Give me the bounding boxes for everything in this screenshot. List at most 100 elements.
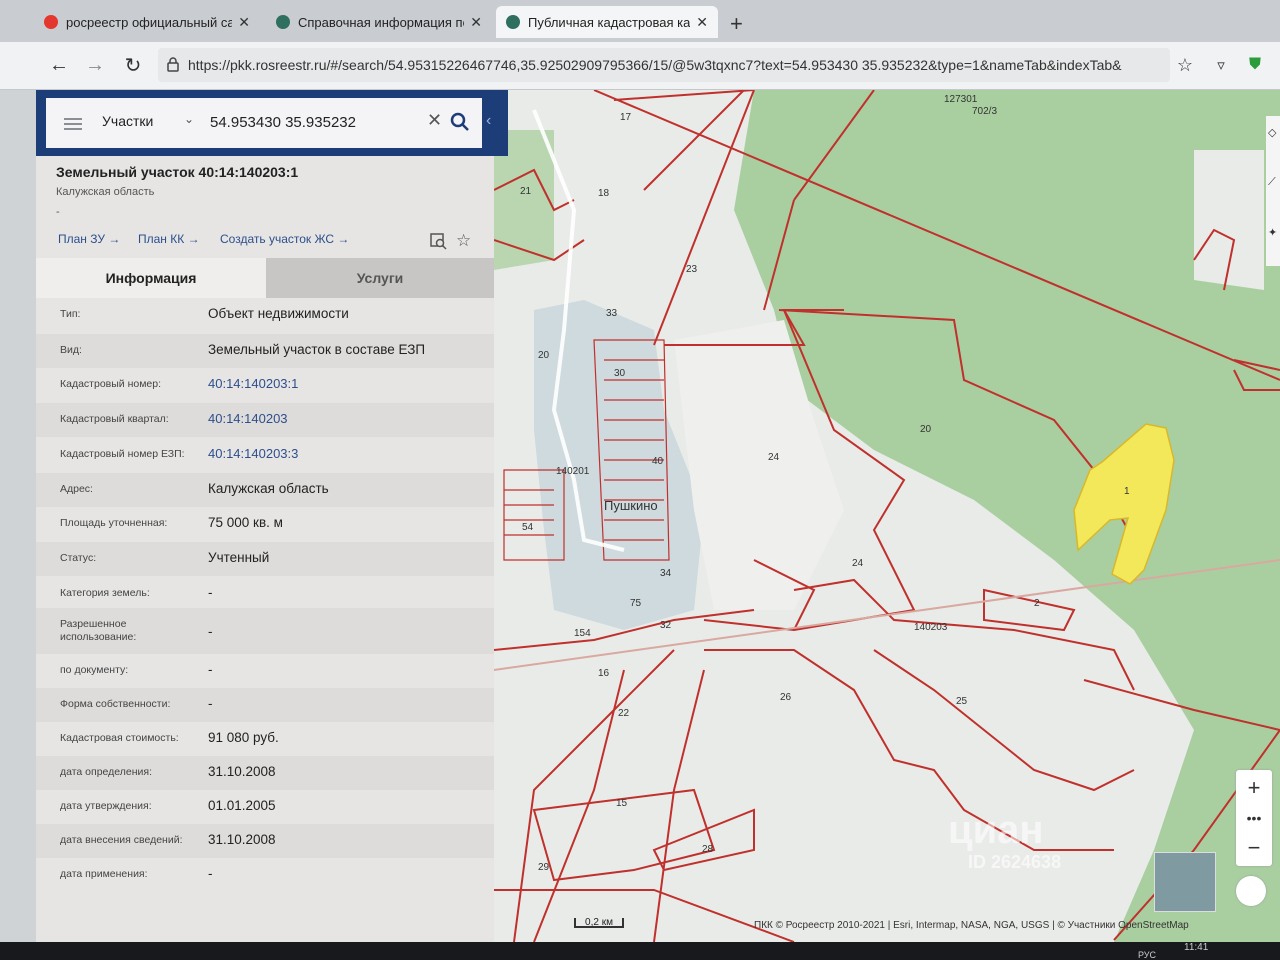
attribute-value-link[interactable]: 40:14:140203:3 [208, 446, 298, 461]
attribute-value: 31.10.2008 [208, 832, 276, 847]
close-tab-icon[interactable]: ✕ [470, 14, 482, 31]
map-label: 40 [652, 456, 664, 467]
attribute-value: Земельный участок в составе ЕЗП [208, 342, 426, 357]
attribute-key: Категория земель: [60, 587, 150, 599]
tab-label: росреестр официальный сайт [66, 14, 233, 30]
map-label: 154 [574, 628, 591, 639]
attribute-row: Форма собственности: - [36, 688, 494, 722]
attribute-key: дата утверждения: [60, 800, 152, 812]
tab-label: Публичная кадастровая карта [528, 14, 691, 30]
search-box: Участки ⌄ 54.953430 35.935232 ✕ [46, 98, 482, 148]
map-settlement-label: Пушкино [604, 498, 658, 513]
map-label: 18 [598, 188, 610, 199]
new-tab-icon[interactable]: + [730, 13, 743, 35]
map-label: 17 [620, 112, 632, 123]
map-label: 32 [660, 620, 672, 631]
map-side-toolbar: ◇ ⟋ ✦ [1266, 116, 1280, 266]
zoom-in-icon[interactable]: + [1236, 772, 1272, 804]
map-label: 30 [614, 368, 626, 379]
search-icon[interactable] [448, 110, 472, 134]
map-label: 75 [630, 598, 642, 609]
ruler-icon[interactable]: ⟋ [1268, 176, 1280, 188]
browser-navigation-bar: ← → ↻ https://pkk.rosreestr.ru/#/search/… [0, 42, 1280, 90]
attribute-row: Площадь уточненная: 75 000 кв. м [36, 507, 494, 541]
browser-tab-strip: росреестр официальный сайт ✕ Справочная … [0, 0, 1280, 42]
clear-search-icon[interactable]: ✕ [427, 110, 442, 131]
parcel-title: Земельный участок 40:14:140203:1 [56, 164, 299, 180]
browser-tab-reference[interactable]: Справочная информация по о ✕ [266, 6, 492, 38]
tab-information[interactable]: Информация [36, 258, 266, 298]
cadastral-map[interactable]: 127301 702/3 17 21 18 23 33 20 30 40 140… [494, 90, 1280, 942]
pocket-icon[interactable]: ▿ [1208, 52, 1234, 78]
attribute-key: Кадастровая стоимость: [60, 732, 179, 744]
attribute-key: Форма собственности: [60, 698, 171, 710]
favorite-star-icon[interactable]: ☆ [456, 231, 471, 251]
map-label: 140203 [914, 622, 948, 633]
attribute-row: Кадастровый номер: 40:14:140203:1 [36, 368, 494, 402]
map-label: 23 [686, 264, 698, 275]
map-label: 34 [660, 568, 672, 579]
url-text: https://pkk.rosreestr.ru/#/search/54.953… [188, 57, 1122, 73]
map-label: 29 [538, 862, 550, 873]
attribute-row: Адрес: Калужская область [36, 473, 494, 507]
back-icon[interactable]: ← [46, 52, 72, 78]
map-canvas: 127301 702/3 17 21 18 23 33 20 30 40 140… [494, 90, 1280, 942]
attribute-row: Статус: Учтенный [36, 542, 494, 576]
zoom-out-icon[interactable]: − [1236, 832, 1272, 864]
layer-select[interactable]: Участки [102, 113, 153, 129]
minimap[interactable] [1154, 852, 1216, 912]
os-taskbar [0, 942, 1280, 960]
attribute-key: Площадь уточненная: [60, 517, 168, 529]
create-parcel-link[interactable]: Создать участок ЖС → [220, 232, 349, 246]
collapse-panel-icon[interactable]: ‹ [486, 112, 491, 130]
panel-tabs: Информация Услуги [36, 258, 494, 298]
chevron-down-icon[interactable]: ⌄ [184, 112, 194, 126]
address-bar[interactable]: https://pkk.rosreestr.ru/#/search/54.953… [158, 48, 1170, 82]
plan-kk-link[interactable]: План КК → [138, 232, 200, 246]
attribute-value-link[interactable]: 40:14:140203:1 [208, 376, 298, 391]
attribute-value: 75 000 кв. м [208, 515, 283, 530]
close-tab-icon[interactable]: ✕ [696, 14, 708, 31]
attribute-row: Кадастровый номер ЕЗП: 40:14:140203:3 [36, 438, 494, 472]
keyboard-language[interactable]: РУС [1138, 950, 1156, 960]
attribute-key: Кадастровый номер: [60, 378, 162, 390]
site-favicon-icon [506, 15, 520, 29]
tools-icon[interactable]: ✦ [1268, 226, 1280, 239]
system-clock: 11:41 [1184, 942, 1209, 953]
locate-icon[interactable] [1236, 876, 1266, 906]
tab-services[interactable]: Услуги [266, 258, 494, 298]
attribute-key: Адрес: [60, 483, 93, 495]
map-label: 20 [538, 350, 550, 361]
attribute-key: дата применения: [60, 868, 148, 880]
browser-tab-cadastral-map[interactable]: Публичная кадастровая карта ✕ [496, 6, 718, 38]
attribute-row: Вид: Земельный участок в составе ЕЗП [36, 334, 494, 368]
map-label: 21 [520, 186, 532, 197]
shield-icon[interactable]: ⛊ [1242, 52, 1268, 78]
menu-icon[interactable] [64, 118, 82, 130]
attribute-value: - [208, 696, 213, 711]
attribute-row: Кадастровый квартал: 40:14:140203 [36, 403, 494, 437]
forward-icon[interactable]: → [82, 52, 108, 78]
attribute-key: Разрешенное использование: [60, 618, 137, 643]
reload-icon[interactable]: ↻ [120, 52, 146, 78]
close-tab-icon[interactable]: ✕ [238, 14, 250, 31]
attribute-row: Категория земель: - [36, 577, 494, 607]
attribute-value: - [208, 662, 213, 677]
browser-tab-rosreestr[interactable]: росреестр официальный сайт ✕ [34, 6, 260, 38]
map-label: 20 [920, 424, 932, 435]
parcel-region: Калужская область [56, 186, 155, 198]
attribute-value: Учтенный [208, 550, 270, 565]
search-input[interactable]: 54.953430 35.935232 [210, 114, 356, 131]
map-label: 702/3 [972, 106, 997, 117]
zoom-to-object-icon[interactable] [430, 232, 448, 250]
map-label: 127301 [944, 94, 978, 105]
plan-zu-link[interactable]: План ЗУ → [58, 232, 120, 246]
layers-icon[interactable]: ◇ [1268, 126, 1280, 139]
more-icon[interactable]: ••• [1236, 802, 1272, 834]
attribute-row: Тип: Объект недвижимости [36, 298, 494, 332]
screen: росреестр официальный сайт ✕ Справочная … [0, 0, 1280, 960]
attribute-key: Кадастровый номер ЕЗП: [60, 448, 185, 460]
attribute-value-link[interactable]: 40:14:140203 [208, 411, 288, 426]
bookmark-star-icon[interactable]: ☆ [1172, 52, 1198, 78]
attribute-key: Вид: [60, 344, 82, 356]
